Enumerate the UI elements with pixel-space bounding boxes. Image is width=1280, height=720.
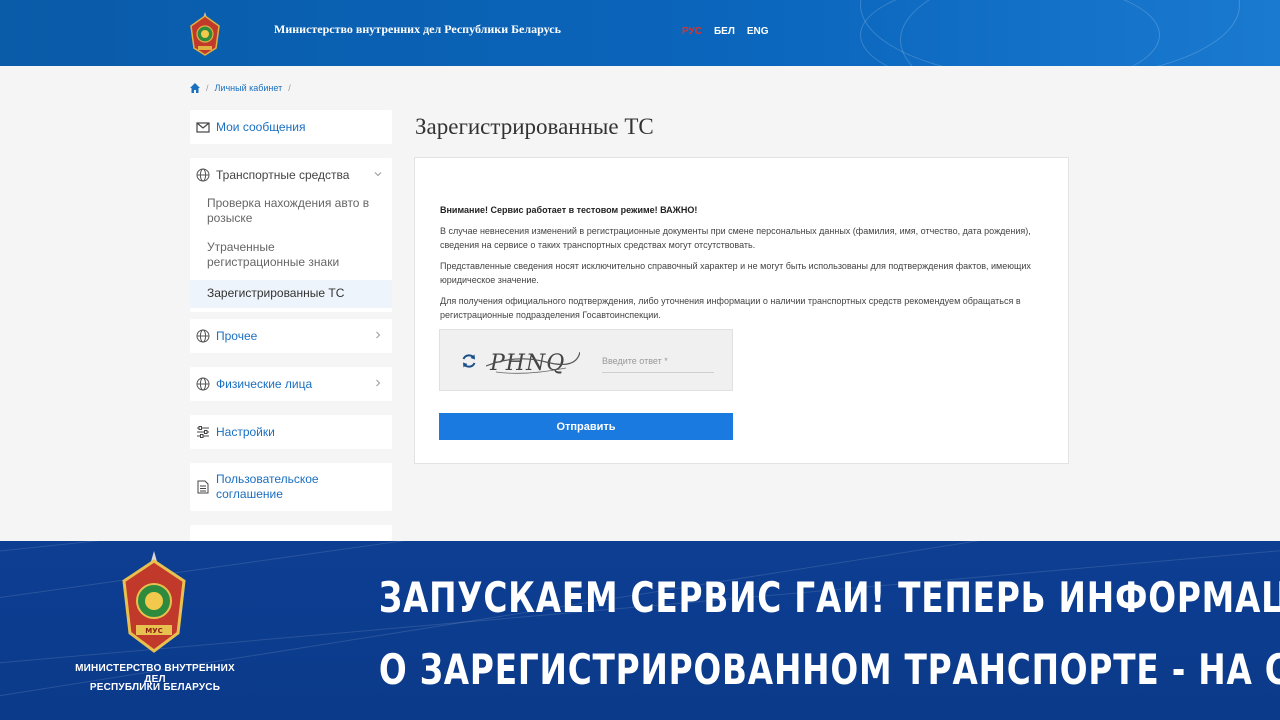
sidebar-item-label: Физические лица bbox=[216, 377, 313, 391]
breadcrumb-separator: / bbox=[288, 83, 291, 93]
page-title: Зарегистрированные ТС bbox=[415, 114, 654, 139]
submit-button[interactable]: Отправить bbox=[439, 413, 733, 440]
sidebar-item-label: Транспортные средства bbox=[216, 168, 350, 182]
document-icon bbox=[197, 480, 209, 494]
ministry-emblem-icon[interactable] bbox=[189, 12, 221, 56]
sidebar-card-individuals: Физические лица bbox=[190, 367, 392, 401]
lang-be[interactable]: БЕЛ bbox=[714, 26, 735, 37]
lang-en[interactable]: ENG bbox=[747, 26, 769, 37]
info-paragraph: Представленные сведения носят исключител… bbox=[440, 261, 1031, 285]
site-title[interactable]: Министерство внутренних дел Республики Б… bbox=[274, 22, 561, 37]
sidebar-card-vehicles: Транспортные средства Проверка нахождени… bbox=[190, 158, 392, 312]
sidebar-item-other[interactable]: Прочее bbox=[190, 319, 392, 353]
banner-decor bbox=[0, 541, 1280, 562]
captcha-box: PHNQ bbox=[439, 329, 733, 391]
sidebar-item-label: Настройки bbox=[216, 425, 275, 439]
sidebar-item-agreement[interactable]: Пользовательское соглашение bbox=[190, 463, 392, 511]
captcha-answer-input[interactable] bbox=[602, 356, 714, 373]
warning-text: Внимание! Сервис работает в тестовом реж… bbox=[440, 205, 698, 215]
sidebar-item-label: Мои сообщения bbox=[216, 120, 306, 134]
lang-ru[interactable]: РУС bbox=[682, 26, 702, 37]
header-decor bbox=[860, 0, 1160, 66]
sidebar-card-other: Прочее bbox=[190, 319, 392, 353]
banner-headline-line: ЗАПУСКАЕМ СЕРВИС ГАИ! ТЕПЕРЬ ИНФОРМАЦИЯ bbox=[378, 573, 1280, 622]
language-switcher: РУС БЕЛ ENG bbox=[682, 26, 769, 37]
sidebar-item-label: Пользовательское соглашение bbox=[216, 472, 319, 501]
captcha-image: PHNQ bbox=[486, 351, 580, 376]
globe-icon bbox=[196, 168, 210, 182]
home-icon[interactable] bbox=[190, 83, 200, 93]
sidebar-item-individuals[interactable]: Физические лица bbox=[190, 367, 392, 401]
sliders-icon bbox=[197, 426, 209, 438]
sidebar-item-vehicles[interactable]: Транспортные средства bbox=[190, 158, 392, 192]
chevron-down-icon[interactable] bbox=[374, 170, 382, 178]
site-header: Министерство внутренних дел Республики Б… bbox=[0, 0, 1280, 66]
banner-org-line: РЕСПУБЛИКИ БЕЛАРУСЬ bbox=[89, 682, 221, 693]
globe-icon bbox=[196, 329, 210, 343]
info-paragraph: В случае невнесения изменений в регистра… bbox=[440, 226, 1031, 250]
info-paragraph: Для получения официального подтверждения… bbox=[440, 296, 1021, 320]
globe-icon bbox=[196, 377, 210, 391]
ministry-emblem-icon: МУС bbox=[122, 551, 186, 653]
sidebar-card-messages: Мои сообщения bbox=[190, 110, 392, 144]
envelope-icon bbox=[196, 122, 210, 133]
sidebar-item-label: Прочее bbox=[216, 329, 258, 343]
sidebar-card-partial bbox=[190, 525, 392, 541]
breadcrumb: / Личный кабинет / bbox=[190, 83, 291, 93]
sidebar-item-settings[interactable]: Настройки bbox=[190, 415, 392, 449]
chevron-right-icon[interactable] bbox=[374, 379, 382, 387]
registered-vehicles-card: Внимание! Сервис работает в тестовом реж… bbox=[414, 157, 1069, 464]
sidebar-item-messages[interactable]: Мои сообщения bbox=[190, 110, 392, 144]
promo-banner: МУС МИНИСТЕРСТВО ВНУТРЕННИХ ДЕЛ РЕСПУБЛИ… bbox=[0, 541, 1280, 720]
emblem-text: МУС bbox=[145, 627, 163, 635]
breadcrumb-separator: / bbox=[206, 83, 209, 93]
refresh-icon[interactable] bbox=[460, 352, 478, 370]
banner-headline-line: О ЗАРЕГИСТРИРОВАННОМ ТРАНСПОРТЕ - НА САЙ… bbox=[378, 645, 1280, 694]
breadcrumb-cabinet-link[interactable]: Личный кабинет bbox=[215, 83, 283, 93]
sidebar-subitem-wanted-check[interactable]: Проверка нахождения авто в розыске bbox=[190, 192, 392, 230]
sidebar-card-agreement: Пользовательское соглашение bbox=[190, 463, 392, 511]
chevron-right-icon[interactable] bbox=[374, 331, 382, 339]
sidebar-card-settings: Настройки bbox=[190, 415, 392, 449]
sidebar-subitem-lost-plates[interactable]: Утраченные регистрационные знаки bbox=[190, 236, 392, 274]
sidebar-subitem-registered-vehicles[interactable]: Зарегистрированные ТС bbox=[190, 280, 392, 308]
